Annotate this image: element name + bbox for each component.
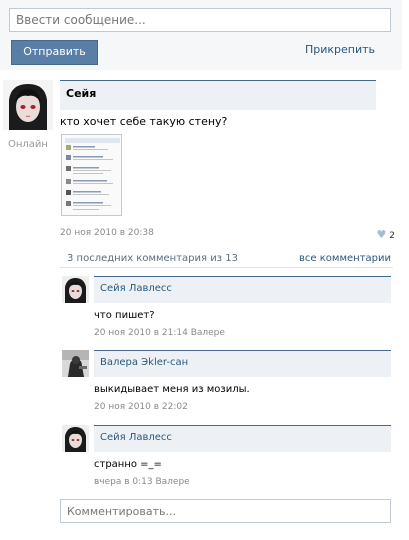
all-comments-link[interactable]: все комментарии — [299, 253, 391, 264]
comment-meta[interactable]: 20 ноя 2010 в 21:14 Валере — [94, 328, 225, 338]
comment-input[interactable]: Комментировать... — [60, 499, 391, 523]
message-input[interactable]: Ввести сообщение... — [9, 8, 391, 32]
post-text: кто хочет себе такую стену? — [60, 115, 228, 128]
avatar[interactable] — [3, 80, 53, 130]
comment-avatar[interactable] — [62, 350, 89, 377]
online-status: Онлайн — [8, 139, 48, 150]
comment-text: странно =_= — [94, 459, 162, 470]
comment-header: Валера Эkler-сан — [94, 350, 391, 377]
like-count: 2 — [389, 231, 395, 241]
comment-author[interactable]: Сейя Лавлесс — [100, 283, 172, 294]
attach-link[interactable]: Прикрепить — [305, 43, 375, 56]
send-button[interactable]: Отправить — [11, 40, 98, 65]
comment-header: Сейя Лавлесс — [94, 425, 391, 452]
attached-image[interactable] — [61, 134, 122, 216]
comments-header: 3 последних комментария из 13 все коммен… — [60, 251, 393, 268]
comment-avatar[interactable] — [62, 276, 89, 303]
comment-meta[interactable]: вчера в 0:13 Валере — [94, 477, 190, 487]
comment-item: Сейя Лавлесс странно =_= вчера в 0:13 Ва… — [62, 425, 393, 495]
post-header: Сейя — [60, 80, 376, 110]
post-author[interactable]: Сейя — [66, 87, 96, 100]
comment-avatar[interactable] — [62, 425, 89, 452]
comment-text: выкидывает меня из мозилы. — [94, 384, 250, 395]
comments-count: 3 последних комментария из 13 — [67, 253, 238, 264]
post-date[interactable]: 20 ноя 2010 в 20:38 — [60, 228, 154, 238]
composer-panel: Ввести сообщение... Отправить Прикрепить — [0, 0, 402, 70]
comment-author[interactable]: Валера Эkler-сан — [100, 357, 188, 368]
comment-meta[interactable]: 20 ноя 2010 в 22:02 — [94, 402, 188, 412]
like-button[interactable]: ♥ 2 — [377, 228, 395, 241]
comment-author[interactable]: Сейя Лавлесс — [100, 432, 172, 443]
comment-item: Валера Эkler-сан выкидывает меня из мози… — [62, 350, 393, 420]
comment-header: Сейя Лавлесс — [94, 276, 391, 303]
heart-icon: ♥ — [376, 228, 387, 241]
comment-text: что пишет? — [94, 310, 155, 321]
comment-item: Сейя Лавлесс что пишет? 20 ноя 2010 в 21… — [62, 276, 393, 346]
